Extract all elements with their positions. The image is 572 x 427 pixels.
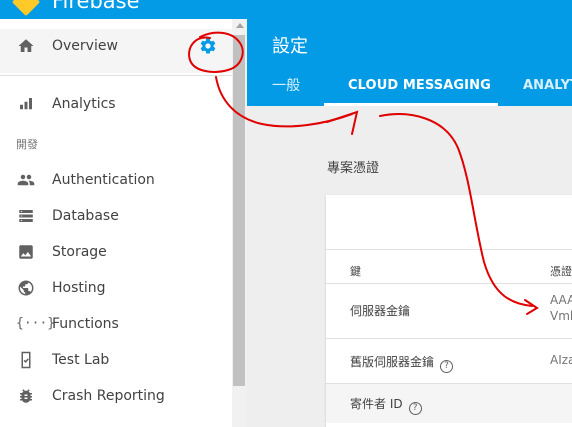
tab-cloud-messaging[interactable]: CLOUD MESSAGING: [348, 75, 491, 106]
tab-analytics[interactable]: ANALYTICS: [523, 75, 572, 106]
sidebar-item-label: Crash Reporting: [52, 388, 165, 404]
annotation-arrowhead-tab: [326, 110, 359, 135]
sender-id-label: 寄件者 ID?: [350, 395, 422, 415]
bug-icon: [16, 387, 36, 405]
column-header-credential: 憑證: [550, 265, 572, 278]
sidebar-divider: [0, 75, 232, 76]
sidebar-item-crash-reporting[interactable]: Crash Reporting: [0, 378, 232, 414]
server-key-value-line2[interactable]: Vml: [550, 309, 572, 323]
scroll-up-arrow-icon[interactable]: [236, 23, 244, 28]
page-title: 設定: [272, 36, 308, 57]
project-credentials-title: 專案憑證: [327, 161, 380, 176]
sidebar-item-label: Test Lab: [52, 352, 110, 368]
sidebar-item-functions[interactable]: {···} Functions: [0, 306, 232, 342]
sidebar-item-label: Hosting: [52, 280, 106, 296]
storage-icon: [16, 207, 36, 225]
tab-general[interactable]: 一般: [272, 75, 300, 106]
people-icon: [16, 171, 36, 189]
gear-icon[interactable]: [198, 37, 218, 57]
bar-chart-icon: [16, 95, 36, 113]
table-row: 伺服器金鑰 AAA Vml: [326, 283, 572, 338]
sidebar-scrollbar-thumb[interactable]: [233, 35, 245, 386]
sidebar-section-label: 開發: [16, 138, 38, 151]
table-row: 舊版伺服器金鑰? AIza: [326, 338, 572, 383]
sidebar-item-analytics[interactable]: Analytics: [0, 86, 232, 122]
help-icon[interactable]: ?: [408, 402, 422, 415]
table-row: 寄件者 ID?: [326, 383, 572, 423]
photo-icon: [16, 243, 36, 261]
settings-header: 設定 一般 CLOUD MESSAGING ANALYTICS: [247, 19, 572, 106]
home-icon: [16, 37, 36, 55]
help-icon[interactable]: ?: [440, 360, 454, 373]
functions-icon: {···}: [16, 316, 56, 331]
firebase-logo-icon[interactable]: [11, 0, 41, 17]
sidebar: Overview Analytics 開發 Authentication Dat…: [0, 19, 247, 427]
legacy-server-key-label: 舊版伺服器金鑰?: [350, 353, 454, 373]
sidebar-item-authentication[interactable]: Authentication: [0, 162, 232, 198]
sidebar-item-label: Functions: [52, 316, 119, 332]
server-key-label: 伺服器金鑰: [350, 304, 411, 318]
sender-id-text: 寄件者 ID: [350, 397, 403, 411]
globe-icon: [16, 279, 36, 297]
legacy-server-key-value[interactable]: AIza: [550, 353, 572, 367]
sidebar-item-test-lab[interactable]: Test Lab: [0, 342, 232, 378]
active-tab-indicator: [324, 103, 498, 106]
server-key-value[interactable]: AAA: [550, 293, 572, 307]
table-divider: [326, 249, 572, 250]
sidebar-item-label: Analytics: [52, 96, 116, 112]
column-header-key: 鍵: [350, 265, 361, 278]
credentials-card: 鍵 憑證 伺服器金鑰 AAA Vml 舊版伺服器金鑰? AIza 寄件者 ID?: [326, 195, 572, 427]
sidebar-item-label: Database: [52, 208, 119, 224]
legacy-server-key-text: 舊版伺服器金鑰: [350, 355, 435, 369]
phone-check-icon: [16, 351, 36, 369]
sidebar-item-database[interactable]: Database: [0, 198, 232, 234]
sidebar-item-label: Overview: [52, 38, 118, 54]
sidebar-item-overview[interactable]: Overview: [0, 29, 232, 73]
brand-bar: Firebase: [0, 0, 572, 19]
sidebar-item-hosting[interactable]: Hosting: [0, 270, 232, 306]
app-root: Firebase Overview Analytics 開發 Authentic…: [0, 0, 572, 427]
sidebar-item-label: Storage: [52, 244, 107, 260]
sidebar-item-label: Authentication: [52, 172, 155, 188]
sidebar-item-storage[interactable]: Storage: [0, 234, 232, 270]
brand-name[interactable]: Firebase: [52, 0, 140, 14]
